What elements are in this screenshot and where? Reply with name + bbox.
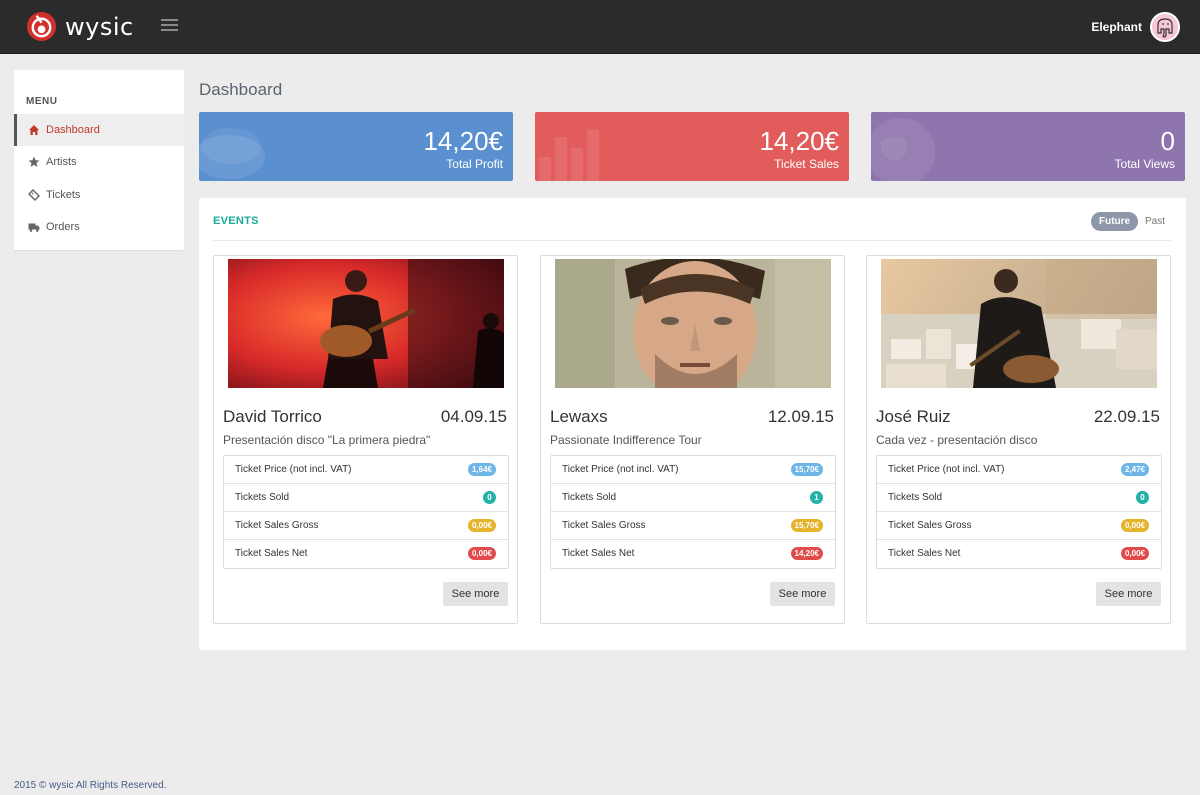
menu-toggle-icon[interactable] xyxy=(161,19,178,33)
event-subtitle: Passionate Indifference Tour xyxy=(550,433,702,447)
event-image xyxy=(228,259,504,388)
sold-badge: 0 xyxy=(483,491,496,504)
event-card: José Ruiz 22.09.15 Cada vez - presentaci… xyxy=(866,255,1171,624)
stat-row-ticket-price: Ticket Price (not incl. VAT) 1,64€ xyxy=(224,456,508,484)
stat-row-sales-net: Ticket Sales Net 14,20€ xyxy=(551,540,835,568)
see-more-button[interactable]: See more xyxy=(770,582,835,606)
stat-row-tickets-sold: Tickets Sold 0 xyxy=(877,484,1161,512)
see-more-button[interactable]: See more xyxy=(1096,582,1161,606)
price-badge: 15,70€ xyxy=(790,463,823,476)
net-badge: 0,00€ xyxy=(1120,547,1149,560)
stat-label: Ticket Sales Gross xyxy=(235,520,319,531)
events-title: EVENTS xyxy=(213,215,259,227)
stat-value: 14,20€ xyxy=(423,126,503,156)
truck-icon xyxy=(28,221,40,233)
stat-tile-total-profit: 14,20€ Total Profit xyxy=(199,112,513,181)
app-name: wysic xyxy=(65,12,134,41)
coins-icon xyxy=(199,128,265,179)
sidebar-item-label: Dashboard xyxy=(46,124,100,136)
event-date: 04.09.15 xyxy=(440,407,507,426)
stat-row-tickets-sold: Tickets Sold 1 xyxy=(551,484,835,512)
stat-label: Ticket Price (not incl. VAT) xyxy=(888,464,1005,475)
events-panel: EVENTS Future Past David Torrico 04.09.1… xyxy=(199,198,1186,650)
sidebar-item-artists[interactable]: Artists xyxy=(14,146,184,178)
stat-row-sales-gross: Ticket Sales Gross 0,00€ xyxy=(877,512,1161,540)
event-image xyxy=(555,259,831,388)
event-stats-table: Ticket Price (not incl. VAT) 15,70€ Tick… xyxy=(550,455,836,569)
stat-row-ticket-price: Ticket Price (not incl. VAT) 15,70€ xyxy=(551,456,835,484)
stat-label: Ticket Sales Net xyxy=(888,548,961,559)
stat-row-sales-gross: Ticket Sales Gross 0,00€ xyxy=(224,512,508,540)
event-stats-table: Ticket Price (not incl. VAT) 1,64€ Ticke… xyxy=(223,455,509,569)
divider xyxy=(213,240,1171,241)
stat-label: Ticket Price (not incl. VAT) xyxy=(562,464,679,475)
stat-value: 0 xyxy=(1160,126,1175,156)
sidebar-item-orders[interactable]: Orders xyxy=(14,211,184,243)
stat-tile-total-views: 0 Total Views xyxy=(871,112,1185,181)
stat-label: Tickets Sold xyxy=(562,492,617,503)
event-image xyxy=(881,259,1157,388)
stat-row-sales-net: Ticket Sales Net 0,00€ xyxy=(877,540,1161,568)
gross-badge: 15,70€ xyxy=(790,519,823,532)
sidebar-item-label: Artists xyxy=(46,156,77,168)
stat-row-ticket-price: Ticket Price (not incl. VAT) 2,47€ xyxy=(877,456,1161,484)
see-more-button[interactable]: See more xyxy=(443,582,508,606)
stat-row-sales-gross: Ticket Sales Gross 15,70€ xyxy=(551,512,835,540)
price-badge: 2,47€ xyxy=(1120,463,1149,476)
sidebar-item-label: Tickets xyxy=(46,189,81,201)
net-badge: 0,00€ xyxy=(467,547,496,560)
stat-row-tickets-sold: Tickets Sold 0 xyxy=(224,484,508,512)
stat-label: Ticket Sales Net xyxy=(562,548,635,559)
stat-label: Ticket Sales Gross xyxy=(562,520,646,531)
star-icon xyxy=(28,156,40,168)
gross-badge: 0,00€ xyxy=(1120,519,1149,532)
stat-label: Tickets Sold xyxy=(235,492,290,503)
user-menu[interactable]: Elephant xyxy=(1091,12,1180,42)
event-card: David Torrico 04.09.15 Presentación disc… xyxy=(213,255,518,624)
sidebar-item-dashboard[interactable]: Dashboard xyxy=(14,114,184,146)
gross-badge: 0,00€ xyxy=(467,519,496,532)
stat-label: Total Views xyxy=(1114,157,1175,171)
stat-tile-ticket-sales: 14,20€ Ticket Sales xyxy=(535,112,849,181)
event-date: 12.09.15 xyxy=(767,407,834,426)
sold-badge: 0 xyxy=(1136,491,1149,504)
event-card: Lewaxs 12.09.15 Passionate Indifference … xyxy=(540,255,845,624)
stat-label: Ticket Price (not incl. VAT) xyxy=(235,464,352,475)
event-name: José Ruiz xyxy=(876,407,951,426)
ticket-icon xyxy=(28,189,40,201)
globe-icon xyxy=(871,118,935,181)
stat-label: Ticket Sales Gross xyxy=(888,520,972,531)
sidebar-title: MENU xyxy=(26,96,58,107)
net-badge: 14,20€ xyxy=(790,547,823,560)
logo-icon xyxy=(26,11,57,42)
event-stats-table: Ticket Price (not incl. VAT) 2,47€ Ticke… xyxy=(876,455,1162,569)
sidebar-item-tickets[interactable]: Tickets xyxy=(14,179,184,211)
stat-label: Ticket Sales Net xyxy=(235,548,308,559)
page-title: Dashboard xyxy=(199,80,283,99)
stat-label: Ticket Sales xyxy=(774,157,839,171)
bar-chart-icon xyxy=(539,130,599,181)
stat-row-sales-net: Ticket Sales Net 0,00€ xyxy=(224,540,508,568)
tab-future[interactable]: Future xyxy=(1091,212,1139,231)
user-name: Elephant xyxy=(1091,20,1142,34)
price-badge: 1,64€ xyxy=(467,463,496,476)
event-name: David Torrico xyxy=(223,407,322,426)
home-icon xyxy=(28,124,40,136)
top-navbar: wysic Elephant xyxy=(0,0,1200,54)
avatar xyxy=(1150,12,1180,42)
elephant-icon xyxy=(1157,18,1173,38)
stat-label: Tickets Sold xyxy=(888,492,943,503)
sidebar: MENU Dashboard Artists Tickets Orders xyxy=(14,70,184,250)
event-subtitle: Cada vez - presentación disco xyxy=(876,433,1038,447)
app-logo[interactable]: wysic xyxy=(26,11,134,42)
tab-past[interactable]: Past xyxy=(1145,212,1165,231)
event-date: 22.09.15 xyxy=(1093,407,1160,426)
footer-copyright: 2015 © wysic All Rights Reserved. xyxy=(14,780,167,791)
stat-value: 14,20€ xyxy=(759,126,839,156)
sold-badge: 1 xyxy=(810,491,823,504)
event-name: Lewaxs xyxy=(550,407,608,426)
event-subtitle: Presentación disco "La primera piedra" xyxy=(223,433,431,447)
sidebar-item-label: Orders xyxy=(46,221,80,233)
stat-label: Total Profit xyxy=(446,157,503,171)
